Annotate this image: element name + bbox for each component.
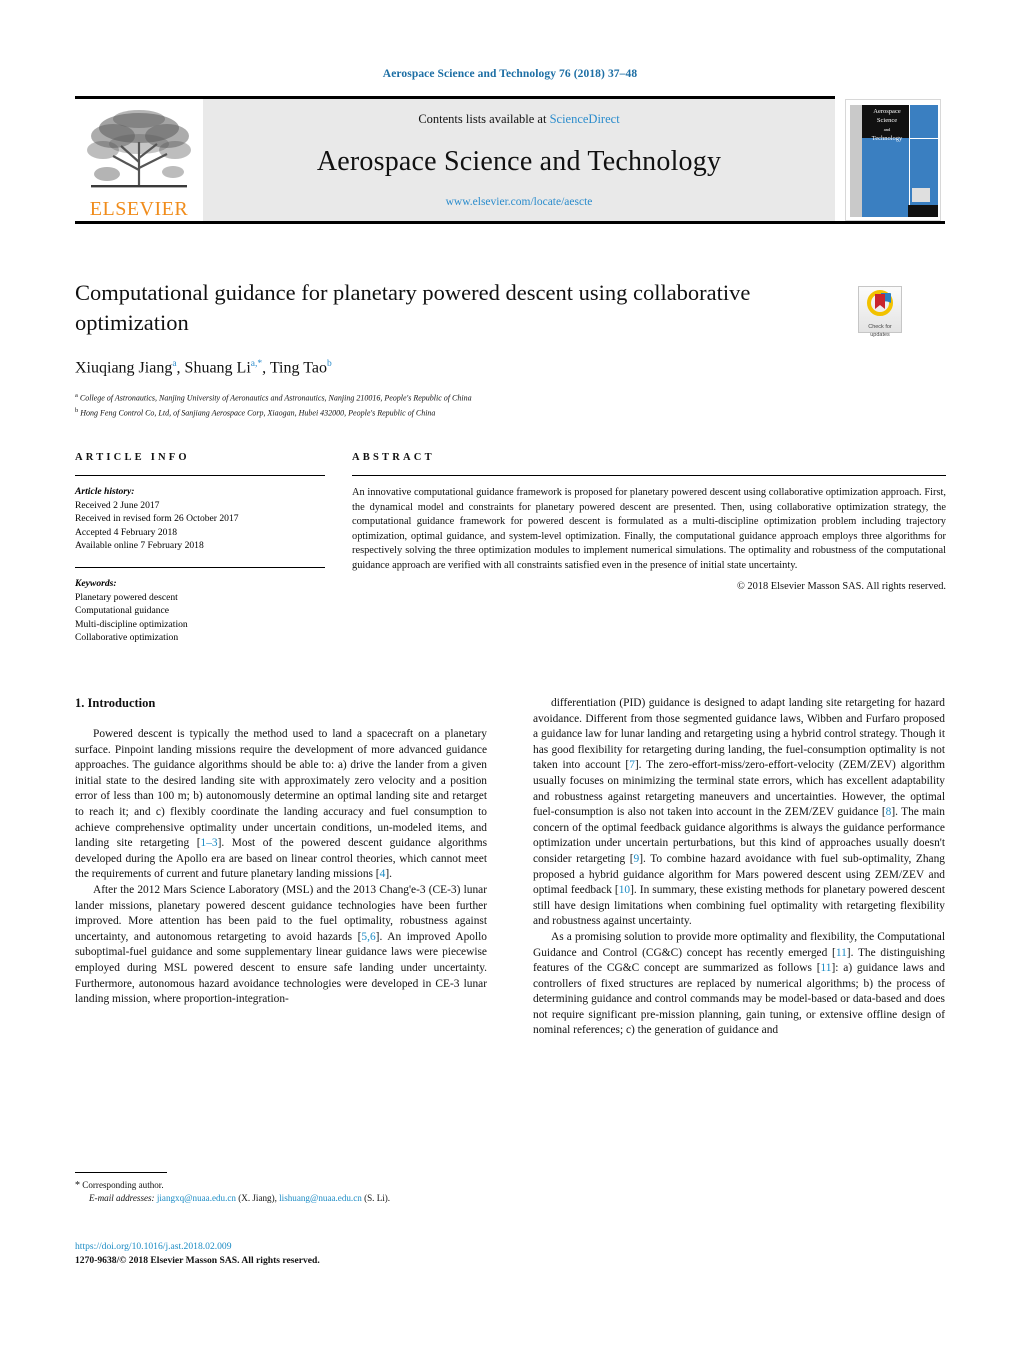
article-info-rule — [75, 475, 325, 476]
email-link-li[interactable]: lishuang@nuaa.edu.cn — [279, 1193, 362, 1203]
affiliations: a College of Astronautics, Nanjing Unive… — [75, 390, 845, 420]
paragraph: As a promising solution to provide more … — [533, 930, 945, 1037]
history-item: Available online 7 February 2018 — [75, 540, 204, 552]
journal-title: Aerospace Science and Technology — [316, 145, 722, 177]
cover-spine — [850, 105, 862, 217]
cover-black-footer — [908, 205, 938, 217]
email-owner-jiang: (X. Jiang), — [238, 1193, 277, 1203]
paragraph: Powered descent is typically the method … — [75, 728, 488, 881]
email-link-jiang[interactable]: jiangxq@nuaa.edu.cn — [157, 1193, 236, 1203]
keywords-label: Keywords: — [75, 577, 117, 589]
history-item: Received in revised form 26 October 2017 — [75, 513, 239, 525]
elsevier-logo: ELSEVIER — [75, 99, 203, 221]
affiliation-a: a College of Astronautics, Nanjing Unive… — [75, 390, 845, 405]
abstract-column: ABSTRACT An innovative computational gui… — [352, 452, 946, 592]
footnote-rule — [75, 1172, 167, 1173]
cover-title-line3: and — [883, 127, 891, 132]
doi-link[interactable]: https://doi.org/10.1016/j.ast.2018.02.00… — [75, 1240, 487, 1254]
keywords-block: Keywords: Planetary powered descent Comp… — [75, 577, 325, 645]
contents-available-line: Contents lists available at ScienceDirec… — [418, 112, 619, 127]
corresponding-author-text: Corresponding author. — [82, 1180, 164, 1190]
body-column-right: differentiation (PID) guidance is design… — [533, 696, 945, 1039]
paper-page: Aerospace Science and Technology 76 (201… — [0, 0, 1020, 1351]
issn-copyright-line: 1270-9638/© 2018 Elsevier Masson SAS. Al… — [75, 1254, 320, 1266]
footnote-block: * Corresponding author. E-mail addresses… — [75, 1172, 487, 1205]
running-head: Aerospace Science and Technology 76 (201… — [382, 68, 638, 80]
contents-prefix: Contents lists available at — [418, 112, 550, 126]
paragraph: After the 2012 Mars Science Laboratory (… — [75, 883, 487, 1006]
paragraph: differentiation (PID) guidance is design… — [533, 697, 946, 928]
body-column-left: 1. Introduction Powered descent is typic… — [75, 696, 487, 1008]
elsevier-tree-icon — [87, 110, 191, 188]
cover-divider-horizontal — [910, 138, 938, 139]
affiliation-b-text: Hong Feng Control Co, Ltd, of Sanjiang A… — [80, 409, 436, 419]
keywords-rule — [75, 566, 325, 568]
article-history-label: Article history: — [75, 486, 135, 497]
email-label: E-mail addresses: — [89, 1193, 155, 1203]
sciencedirect-link[interactable]: ScienceDirect — [550, 112, 620, 126]
abstract-heading: ABSTRACT — [352, 452, 435, 463]
elsevier-wordmark: ELSEVIER — [89, 198, 189, 220]
abstract-rule — [352, 475, 946, 476]
article-info-column: ARTICLE INFO Article history: Received 2… — [75, 452, 325, 645]
abstract-copyright: © 2018 Elsevier Masson SAS. All rights r… — [736, 580, 946, 592]
imprint-block: https://doi.org/10.1016/j.ast.2018.02.00… — [75, 1240, 487, 1267]
journal-url-link[interactable]: www.elsevier.com/locate/aescte — [446, 196, 593, 208]
journal-masthead: ELSEVIER Contents lists available at Sci… — [75, 96, 945, 224]
crossmark-label-line2: updates — [870, 331, 890, 338]
email-owner-li: (S. Li). — [364, 1193, 391, 1203]
crossmark-icon — [867, 290, 893, 316]
keyword-item: Multi-discipline optimization — [75, 618, 188, 630]
section-heading-introduction: 1. Introduction — [75, 696, 156, 710]
abstract-text: An innovative computational guidance fra… — [352, 487, 946, 571]
affiliation-a-text: College of Astronautics, Nanjing Univers… — [79, 393, 472, 403]
cover-title-line1: Aerospace — [873, 108, 901, 115]
cover-title-line2: Science — [876, 117, 898, 124]
article-info-heading: ARTICLE INFO — [75, 452, 190, 463]
affiliation-b-marker: b — [75, 407, 79, 415]
cover-title-line4: Technology — [871, 135, 903, 142]
author-list: Xiuqiang Jianga, Shuang Lia,*, Ting Taob — [75, 359, 332, 377]
affiliation-b: b Hong Feng Control Co, Ltd, of Sanjiang… — [75, 405, 845, 420]
corresponding-author-line: * Corresponding author. — [75, 1179, 487, 1192]
cover-title-text: Aerospace Science and Technology — [864, 107, 910, 143]
page-title: Computational guidance for planetary pow… — [75, 280, 751, 335]
email-addresses-line: E-mail addresses: jiangxq@nuaa.edu.cn (X… — [75, 1192, 487, 1205]
keyword-item: Collaborative optimization — [75, 632, 179, 644]
cover-publisher-logo — [912, 188, 930, 202]
history-item: Accepted 4 February 2018 — [75, 526, 178, 538]
journal-band: Contents lists available at ScienceDirec… — [203, 99, 835, 221]
history-item: Received 2 June 2017 — [75, 499, 160, 511]
keyword-item: Computational guidance — [75, 605, 170, 617]
crossmark-label-line1: Check for — [868, 324, 892, 330]
article-history-block: Article history: Received 2 June 2017 Re… — [75, 485, 325, 553]
affiliation-a-marker: a — [75, 392, 78, 400]
footnote-star: * — [75, 1180, 80, 1191]
title-block: Computational guidance for planetary pow… — [75, 278, 845, 421]
keyword-item: Planetary powered descent — [75, 591, 178, 603]
crossmark-badge[interactable]: Check for updates — [858, 286, 902, 338]
journal-cover-thumbnail: Aerospace Science and Technology — [841, 99, 945, 221]
masthead-bottom-rule — [75, 221, 945, 224]
